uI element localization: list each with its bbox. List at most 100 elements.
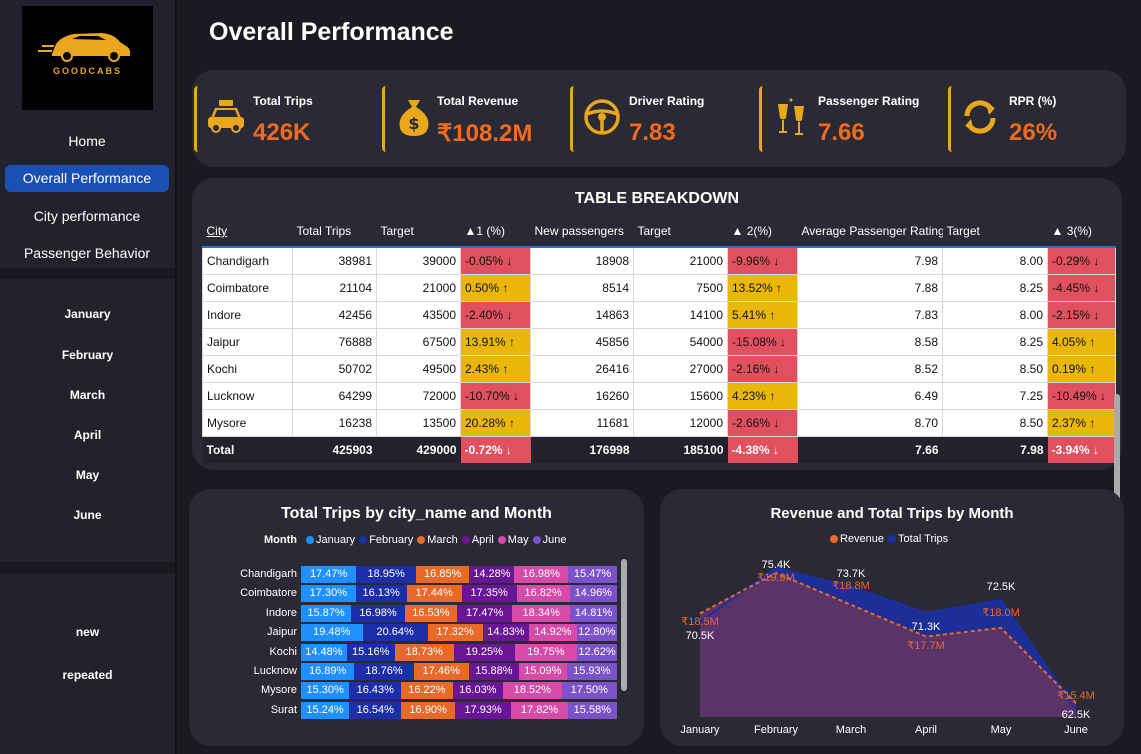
table-row: Lucknow 64299 72000 -10.70% ↓ 16260 15600 4.23… <box>202 382 1116 410</box>
bar-segment[interactable]: 19.48% <box>301 624 363 642</box>
bar-segment[interactable]: 17.50% <box>561 682 617 700</box>
bar-segment[interactable]: 17.44% <box>406 585 462 603</box>
nav-overall-performance[interactable]: Overall Performance <box>5 165 169 192</box>
kpi-total-revenue: $ Total Revenue ₹108.2M <box>382 86 565 152</box>
legend-item[interactable]: January <box>306 534 355 546</box>
chart-scrollbar[interactable] <box>621 559 627 691</box>
bar-segment[interactable]: 20.64% <box>362 624 428 642</box>
passenger-type-new[interactable]: new <box>0 625 175 639</box>
bar-segment[interactable]: 16.03% <box>452 682 504 700</box>
stacked-bar[interactable]: 19.48% 20.64% 17.32% 14.83% 14.92% 12.80% <box>301 624 617 642</box>
bar-segment[interactable]: 16.13% <box>355 585 407 603</box>
bar-segment[interactable]: 16.90% <box>401 701 455 719</box>
bar-segment[interactable]: 17.47% <box>301 566 357 583</box>
bar-segment[interactable]: 15.87% <box>301 604 352 622</box>
bar-segment[interactable]: 12.80% <box>576 624 617 642</box>
nav-city-performance[interactable]: City performance <box>5 203 169 230</box>
bar-segment[interactable]: 17.47% <box>457 604 513 622</box>
stacked-bar[interactable]: 17.30% 16.13% 17.44% 17.35% 16.82% 14.96% <box>301 585 617 603</box>
legend-item[interactable]: April <box>461 534 494 546</box>
bar-segment[interactable]: 18.34% <box>512 604 571 622</box>
stacked-bar[interactable]: 15.30% 16.43% 16.22% 16.03% 18.52% 17.50% <box>301 682 617 700</box>
nav-passenger-behavior[interactable]: Passenger Behavior <box>5 240 169 267</box>
bar-segment[interactable]: 18.52% <box>503 682 562 700</box>
bar-segment[interactable]: 18.95% <box>356 566 417 583</box>
bar-segment[interactable]: 16.98% <box>514 566 569 583</box>
sidebar-divider <box>0 268 175 279</box>
bar-segment[interactable]: 15.16% <box>346 643 395 661</box>
value-cell: 42456 <box>292 301 377 329</box>
bar-segment[interactable]: 16.85% <box>416 566 470 583</box>
column-header[interactable]: ▲ 2(%) <box>728 216 798 247</box>
bar-segment[interactable]: 14.48% <box>301 643 347 661</box>
bar-segment[interactable]: 16.54% <box>349 701 402 719</box>
month-slicer-march[interactable]: March <box>0 388 175 402</box>
month-slicer-june[interactable]: June <box>0 508 175 522</box>
bar-segment[interactable]: 16.22% <box>401 682 453 700</box>
value-cell: 76888 <box>292 328 377 356</box>
trips-data-label: 62.5K <box>1062 709 1091 721</box>
nav-home[interactable]: Home <box>5 128 169 155</box>
column-header[interactable]: New passengers <box>531 216 634 247</box>
stacked-bar[interactable]: 15.24% 16.54% 16.90% 17.93% 17.82% 15.58% <box>301 701 617 719</box>
stacked-bar[interactable]: 14.48% 15.16% 18.73% 19.25% 19.75% 12.62% <box>301 643 617 661</box>
bar-segment[interactable]: 18.73% <box>394 643 454 661</box>
bar-row: Coimbatore 17.30% 16.13% 17.44% 17.35% 16.82%… <box>189 585 629 603</box>
bar-segment[interactable]: 16.43% <box>349 682 402 700</box>
bar-row: Kochi 14.48% 15.16% 18.73% 19.25% 19.75% 12.62… <box>189 643 629 661</box>
column-header[interactable]: Target <box>634 216 728 247</box>
bar-segment[interactable]: 14.81% <box>570 604 617 622</box>
bar-segment[interactable]: 14.83% <box>482 624 530 642</box>
bar-segment[interactable]: 14.28% <box>469 566 515 583</box>
bar-segment[interactable]: 15.30% <box>301 682 350 700</box>
legend-item[interactable]: May <box>497 534 529 546</box>
bar-segment[interactable]: 15.24% <box>301 701 350 719</box>
column-header[interactable]: Average Passenger Rating <box>798 216 943 247</box>
stacked-bar[interactable]: 15.87% 16.98% 16.53% 17.47% 18.34% 14.81% <box>301 604 617 622</box>
legend-swatch <box>532 536 541 545</box>
legend-item[interactable]: June <box>532 534 566 546</box>
bar-segment[interactable]: 17.32% <box>427 624 483 642</box>
bar-segment[interactable]: 19.75% <box>514 643 578 661</box>
delta-cell: 2.43% ↑ <box>460 355 531 383</box>
bar-segment[interactable]: 17.35% <box>461 585 517 603</box>
column-header[interactable]: ▲1 (%) <box>461 216 531 247</box>
column-header[interactable]: Total Trips <box>293 216 377 247</box>
column-header[interactable]: Target <box>377 216 461 247</box>
month-slicer-january[interactable]: January <box>0 307 175 321</box>
bar-segment[interactable]: 12.62% <box>577 643 617 661</box>
bar-segment[interactable]: 17.46% <box>413 663 469 680</box>
bar-segment[interactable]: 17.93% <box>454 701 512 719</box>
delta-cell: 4.05% ↑ <box>1047 328 1116 356</box>
legend-item[interactable]: March <box>417 534 458 546</box>
passenger-type-repeated[interactable]: repeated <box>0 668 175 682</box>
bar-segment[interactable]: 16.82% <box>516 585 570 603</box>
bar-segment[interactable]: 14.96% <box>569 585 617 603</box>
bar-segment[interactable]: 17.82% <box>511 701 568 719</box>
bar-segment[interactable]: 17.30% <box>301 585 356 603</box>
bar-segment[interactable]: 14.92% <box>529 624 577 642</box>
column-header-city[interactable]: City <box>207 224 228 238</box>
bar-segment[interactable]: 15.09% <box>518 663 567 680</box>
month-slicer-february[interactable]: February <box>0 348 175 362</box>
bar-segment[interactable]: 15.58% <box>567 701 617 719</box>
month-slicer-may[interactable]: May <box>0 468 175 482</box>
legend-item[interactable]: February <box>359 534 413 546</box>
bar-segment[interactable]: 19.25% <box>453 643 515 661</box>
bar-segment[interactable]: 15.93% <box>566 663 617 680</box>
x-tick-label: March <box>836 724 867 736</box>
bar-segment[interactable]: 16.53% <box>404 604 458 622</box>
kpi-label: Total Trips <box>253 94 313 108</box>
bar-segment[interactable]: 16.89% <box>301 663 355 680</box>
stacked-bar[interactable]: 17.47% 18.95% 16.85% 14.28% 16.98% 15.47% <box>301 566 617 583</box>
bar-segment[interactable]: 15.88% <box>468 663 519 680</box>
bar-segment[interactable]: 16.98% <box>351 604 405 622</box>
column-header[interactable]: ▲ 3(%) <box>1048 216 1116 247</box>
bar-segment[interactable]: 18.76% <box>354 663 414 680</box>
column-header[interactable]: Target <box>943 216 1048 247</box>
bar-segment[interactable]: 15.47% <box>568 566 617 583</box>
bar-row: Chandigarh 17.47% 18.95% 16.85% 14.28% 16.98%… <box>189 566 629 583</box>
column-header[interactable]: City <box>203 216 293 247</box>
month-slicer-april[interactable]: April <box>0 428 175 442</box>
stacked-bar[interactable]: 16.89% 18.76% 17.46% 15.88% 15.09% 15.93% <box>301 663 617 680</box>
